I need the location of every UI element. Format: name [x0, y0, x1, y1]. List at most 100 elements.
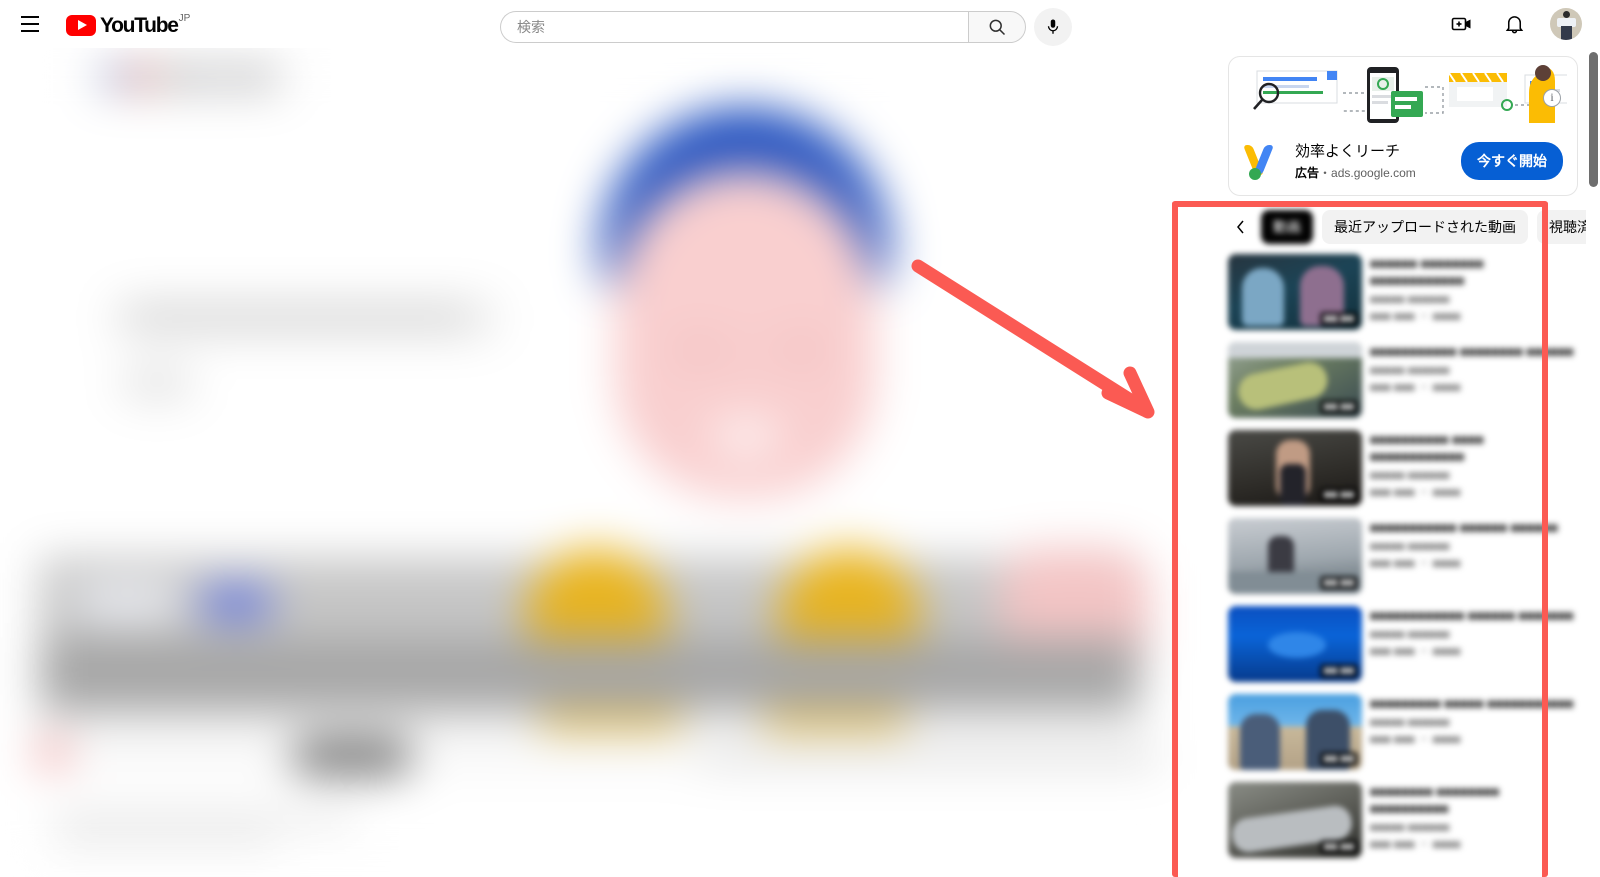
video-title[interactable]: ■■■■■■■■■■■■ ■■■■■■ ■■■■■■■: [1370, 607, 1578, 624]
ad-subtitle: 広告・ads.google.com: [1295, 164, 1449, 181]
chevron-left-icon[interactable]: [1230, 215, 1252, 239]
ad-illustration-svg: [1253, 65, 1567, 123]
hamburger-line: [21, 23, 39, 25]
video-thumbnail[interactable]: ■■:■■: [1228, 254, 1362, 330]
chip-videos[interactable]: 動画: [1261, 210, 1313, 244]
video-channel[interactable]: ■■■■■ ■■■■■■: [1370, 541, 1578, 553]
video-stats: ■■■ ■■■ ・ ■■■■: [1370, 382, 1461, 394]
hamburger-line: [21, 30, 39, 32]
blurred-search-row: [110, 298, 500, 338]
video-thumbnail[interactable]: ■■:■■: [1228, 518, 1362, 594]
video-metadata: ■■■■■■■■■■■■ ■■■■■■ ■■■■■■■ ■■■■■ ■■■■■■…: [1370, 606, 1578, 684]
page-scrollbar-thumb[interactable]: [1589, 52, 1598, 187]
microphone-icon[interactable]: [1034, 8, 1072, 46]
video-duration: ■■:■■: [1319, 312, 1358, 326]
avatar-head: [1563, 11, 1570, 18]
list-item[interactable]: ■■:■■ ■■■■■■■■■■ ■■■■ ■■■■■■■■■■■■ ■■■■■…: [1228, 430, 1578, 508]
video-thumbnail[interactable]: ■■:■■: [1228, 342, 1362, 418]
video-duration: ■■:■■: [1319, 664, 1358, 678]
youtube-play-icon: [66, 14, 96, 36]
blurred-chip: [75, 588, 180, 618]
list-item[interactable]: ■■:■■ ■■■■■■ ■■■■■■■■ ■■■■■■■■■■■■ ■■■■■…: [1228, 254, 1578, 332]
blurred-button: [120, 366, 194, 400]
video-stats: ■■■ ■■■ ・ ■■■■: [1370, 734, 1461, 746]
video-metadata: ■■■■■■■■■■■ ■■■■■■ ■■■■■■ ■■■■■ ■■■■■■ ■…: [1370, 518, 1578, 596]
blurred-chip: [108, 69, 124, 85]
ad-hero-illustration: i: [1239, 65, 1567, 133]
search-box[interactable]: [500, 11, 968, 43]
video-duration: ■■:■■: [1319, 752, 1358, 766]
video-duration: ■■:■■: [1319, 488, 1358, 502]
search-input[interactable]: [517, 19, 968, 35]
video-thumbnail[interactable]: ■■:■■: [1228, 782, 1362, 858]
ad-body: 効率よくリーチ 広告・ads.google.com 今すぐ開始: [1229, 133, 1577, 195]
blurred-text-line: [128, 310, 468, 325]
youtube-country-code: JP: [178, 12, 191, 24]
video-channel[interactable]: ■■■■■ ■■■■■■: [1370, 470, 1578, 482]
filter-chips-row: 動画 最近アップロードされた動画 視聴済み: [1228, 210, 1600, 244]
right-sidebar: i 効率よくリーチ 広告・ads.google.com 今すぐ開始 動画 最近ア…: [1228, 56, 1600, 870]
video-thumbnail[interactable]: ■■:■■: [1228, 694, 1362, 770]
video-metadata: ■■■■■■■■■ ■■■■■ ■■■■■■■■■■■ ■■■■■ ■■■■■■…: [1370, 694, 1578, 772]
blurred-main-content: [0, 48, 1170, 877]
blurred-pill-button: [292, 738, 412, 774]
create-video-icon[interactable]: [1442, 4, 1482, 44]
blurred-chip: [158, 69, 218, 85]
ad-text-block: 効率よくリーチ 広告・ads.google.com: [1295, 142, 1449, 181]
list-item[interactable]: ■■:■■ ■■■■■■■■■■■ ■■■■■■ ■■■■■■ ■■■■■ ■■…: [1228, 518, 1578, 596]
google-ads-promo-card[interactable]: i 効率よくリーチ 広告・ads.google.com 今すぐ開始: [1228, 56, 1578, 196]
account-avatar[interactable]: [1550, 8, 1582, 40]
top-navigation-bar: YouTube JP: [0, 0, 1600, 48]
list-item[interactable]: ■■:■■ ■■■■■■■■■■■ ■■■■■■■■ ■■■■■■ ■■■■■ …: [1228, 342, 1578, 420]
ad-label: 広告: [1295, 165, 1320, 180]
video-metadata: ■■■■■■■■■■ ■■■■ ■■■■■■■■■■■■ ■■■■■ ■■■■■…: [1370, 430, 1578, 508]
blurred-illustration-face: [570, 98, 920, 528]
blurred-mouth: [710, 418, 782, 456]
video-title[interactable]: ■■■■■■■■■ ■■■■■ ■■■■■■■■■■■: [1370, 695, 1578, 712]
video-channel[interactable]: ■■■■■ ■■■■■■: [1370, 365, 1578, 377]
ad-cta-button[interactable]: 今すぐ開始: [1461, 142, 1563, 180]
bell-notifications-icon[interactable]: [1494, 4, 1534, 44]
video-thumbnail[interactable]: ■■:■■: [1228, 430, 1362, 506]
video-stats: ■■■ ■■■ ・ ■■■■: [1370, 839, 1461, 851]
hamburger-line: [21, 16, 39, 18]
list-item[interactable]: ■■:■■ ■■■■■■■■■■■■ ■■■■■■ ■■■■■■■ ■■■■■ …: [1228, 606, 1578, 684]
video-channel[interactable]: ■■■■■ ■■■■■■: [1370, 717, 1578, 729]
video-title[interactable]: ■■■■■■ ■■■■■■■■ ■■■■■■■■■■■■: [1370, 255, 1578, 289]
search-icon[interactable]: [968, 11, 1026, 43]
video-channel[interactable]: ■■■■■ ■■■■■■: [1370, 822, 1578, 834]
video-channel[interactable]: ■■■■■ ■■■■■■: [1370, 629, 1578, 641]
top-right-actions: [1442, 4, 1582, 44]
video-duration: ■■:■■: [1319, 576, 1358, 590]
google-ads-logo: [1242, 141, 1283, 181]
video-duration: ■■:■■: [1319, 400, 1358, 414]
list-item[interactable]: ■■:■■ ■■■■■■■■ ■■■■■■■■ ■■■■■■■■■■ ■■■■■…: [1228, 782, 1578, 860]
blurred-nose: [733, 343, 757, 363]
info-icon[interactable]: i: [1543, 89, 1561, 107]
blurred-eye: [785, 338, 819, 362]
list-item[interactable]: ■■:■■ ■■■■■■■■■ ■■■■■ ■■■■■■■■■■■ ■■■■■ …: [1228, 694, 1578, 772]
video-title[interactable]: ■■■■■■■■■■ ■■■■ ■■■■■■■■■■■■: [1370, 431, 1578, 465]
video-title[interactable]: ■■■■■■■■■■■ ■■■■■■■■ ■■■■■■: [1370, 343, 1578, 360]
video-metadata: ■■■■■■ ■■■■■■■■ ■■■■■■■■■■■■ ■■■■■ ■■■■■…: [1370, 254, 1578, 332]
video-duration: ■■:■■: [1319, 840, 1358, 854]
video-title[interactable]: ■■■■■■■■ ■■■■■■■■ ■■■■■■■■■■: [1370, 783, 1578, 817]
youtube-page: YouTube JP 検索 i 効率よくリーチ 広告・ads.google.co…: [0, 0, 1600, 877]
video-channel[interactable]: ■■■■■ ■■■■■■: [1370, 294, 1578, 306]
blurred-band: [40, 638, 1140, 713]
search-area: [500, 8, 1072, 46]
video-metadata: ■■■■■■■■ ■■■■■■■■ ■■■■■■■■■■ ■■■■■ ■■■■■…: [1370, 782, 1578, 860]
blurred-chip: [226, 69, 272, 85]
youtube-logo-text: YouTube: [100, 13, 179, 37]
blurred-text-line: [700, 748, 1160, 766]
ad-domain: ads.google.com: [1331, 165, 1416, 180]
video-stats: ■■■ ■■■ ・ ■■■■: [1370, 558, 1461, 570]
youtube-logo[interactable]: YouTube JP: [66, 13, 190, 36]
hamburger-menu-icon[interactable]: [10, 4, 50, 44]
chip-recently-uploaded[interactable]: 最近アップロードされた動画: [1322, 210, 1528, 244]
avatar-legs: [1561, 26, 1572, 40]
video-title[interactable]: ■■■■■■■■■■■ ■■■■■■ ■■■■■■: [1370, 519, 1578, 536]
blurred-chip: [130, 69, 152, 85]
video-list: ■■:■■ ■■■■■■ ■■■■■■■■ ■■■■■■■■■■■■ ■■■■■…: [1228, 254, 1578, 860]
video-thumbnail[interactable]: ■■:■■: [1228, 606, 1362, 682]
